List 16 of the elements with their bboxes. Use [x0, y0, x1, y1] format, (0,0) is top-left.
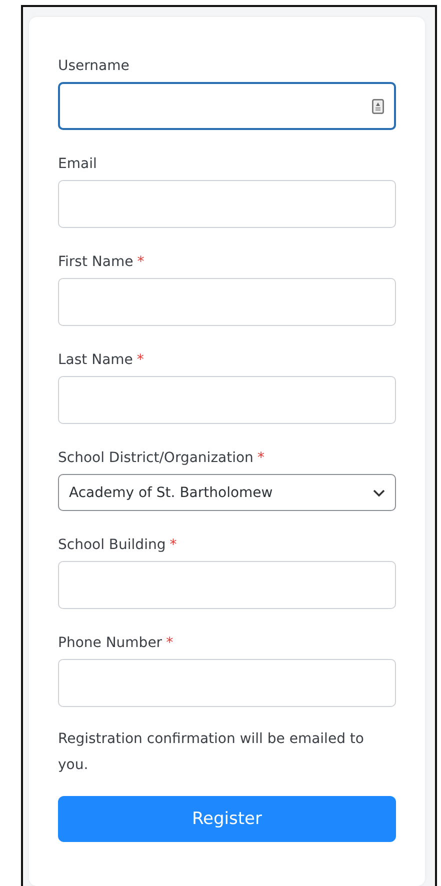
dropdown[interactable]: Academy of St. Bartholomew	[58, 474, 396, 511]
required-mark: *	[170, 537, 177, 553]
field-label: School District/Organization	[58, 450, 254, 466]
field-label: Last Name	[58, 352, 133, 368]
field-label: School Building	[58, 537, 166, 553]
field-label: Phone Number	[58, 635, 162, 651]
input-field[interactable]	[58, 82, 396, 130]
required-mark: *	[137, 254, 144, 270]
chevron-down-icon	[373, 488, 385, 496]
field-label: Username	[58, 58, 130, 74]
field-label: Email	[58, 156, 97, 172]
required-mark: *	[136, 352, 144, 368]
field-label: First Name	[58, 254, 134, 270]
required-mark: *	[257, 450, 264, 466]
required-mark: *	[166, 635, 174, 651]
registration-note: Registration confirmation will be emailed to you.	[58, 730, 365, 775]
